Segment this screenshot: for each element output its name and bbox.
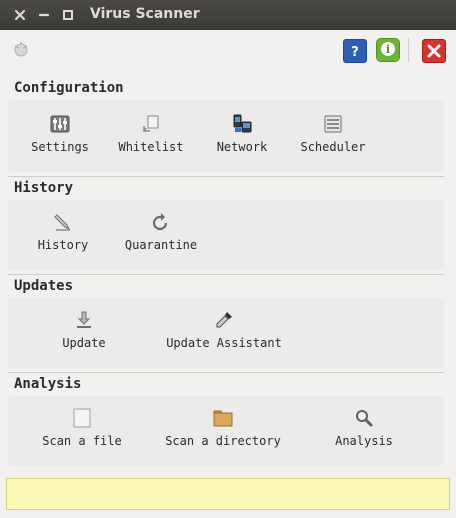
settings-icon bbox=[50, 115, 70, 133]
scan-file-label: Scan a file bbox=[42, 434, 122, 448]
section-title-history: History bbox=[14, 180, 74, 196]
scheduler-button[interactable]: Scheduler bbox=[298, 114, 368, 154]
history-label: History bbox=[37, 238, 89, 252]
maximize-window-button[interactable] bbox=[60, 7, 76, 23]
scan-directory-label: Scan a directory bbox=[165, 434, 281, 448]
section-title-analysis: Analysis bbox=[14, 376, 82, 392]
status-bar bbox=[6, 478, 450, 510]
minimize-window-button[interactable] bbox=[36, 7, 52, 23]
download-icon bbox=[77, 311, 91, 328]
network-icon bbox=[233, 114, 252, 133]
scan-file-button[interactable]: Scan a file bbox=[40, 408, 124, 448]
info-icon: i bbox=[381, 42, 395, 56]
whitelist-label: Whitelist bbox=[118, 140, 184, 154]
file-icon bbox=[73, 408, 91, 428]
quarantine-label: Quarantine bbox=[124, 238, 198, 252]
help-icon: ? bbox=[351, 45, 359, 60]
toolbar: ? i bbox=[0, 30, 456, 68]
close-window-button[interactable] bbox=[12, 7, 28, 23]
section-title-updates: Updates bbox=[14, 278, 74, 294]
app-logo-icon bbox=[10, 38, 32, 60]
whitelist-button[interactable]: Whitelist bbox=[116, 114, 186, 154]
maximize-icon bbox=[63, 10, 73, 20]
section-separator bbox=[8, 176, 444, 177]
scheduler-label: Scheduler bbox=[300, 140, 366, 154]
quarantine-icon bbox=[152, 213, 168, 231]
analysis-button[interactable]: Analysis bbox=[332, 408, 396, 448]
title-bar: Virus Scanner bbox=[0, 0, 456, 30]
settings-label: Settings bbox=[31, 140, 89, 154]
update-assistant-label: Update Assistant bbox=[166, 336, 282, 350]
network-label: Network bbox=[216, 140, 268, 154]
network-button[interactable]: Network bbox=[212, 114, 272, 154]
svg-text:?: ? bbox=[351, 45, 359, 60]
minimize-icon bbox=[38, 13, 50, 17]
close-icon bbox=[14, 9, 26, 21]
section-separator bbox=[8, 372, 444, 373]
section-title-configuration: Configuration bbox=[14, 80, 124, 96]
update-assistant-button[interactable]: Update Assistant bbox=[164, 310, 284, 350]
settings-button[interactable]: Settings bbox=[30, 114, 90, 154]
quit-icon bbox=[427, 44, 441, 58]
toolbar-separator bbox=[408, 38, 409, 62]
folder-icon bbox=[213, 410, 233, 427]
whitelist-icon bbox=[143, 115, 159, 132]
help-button[interactable]: ? bbox=[343, 39, 367, 63]
quarantine-button[interactable]: Quarantine bbox=[124, 212, 198, 252]
virus-scanner-window: Virus Scanner ? i Configuration Settings… bbox=[0, 0, 456, 518]
pipette-icon bbox=[216, 312, 232, 328]
quit-button[interactable] bbox=[422, 39, 446, 63]
update-button[interactable]: Update bbox=[54, 310, 114, 350]
analysis-label: Analysis bbox=[335, 434, 393, 448]
update-label: Update bbox=[62, 336, 106, 350]
info-button[interactable]: i bbox=[376, 38, 400, 62]
scheduler-icon bbox=[324, 115, 342, 133]
scan-directory-button[interactable]: Scan a directory bbox=[164, 408, 282, 448]
window-title: Virus Scanner bbox=[90, 6, 200, 22]
history-icon bbox=[54, 214, 71, 231]
svg-text:i: i bbox=[386, 43, 390, 56]
history-button[interactable]: History bbox=[33, 212, 93, 252]
magnifier-icon bbox=[356, 410, 373, 427]
section-separator bbox=[8, 274, 444, 275]
